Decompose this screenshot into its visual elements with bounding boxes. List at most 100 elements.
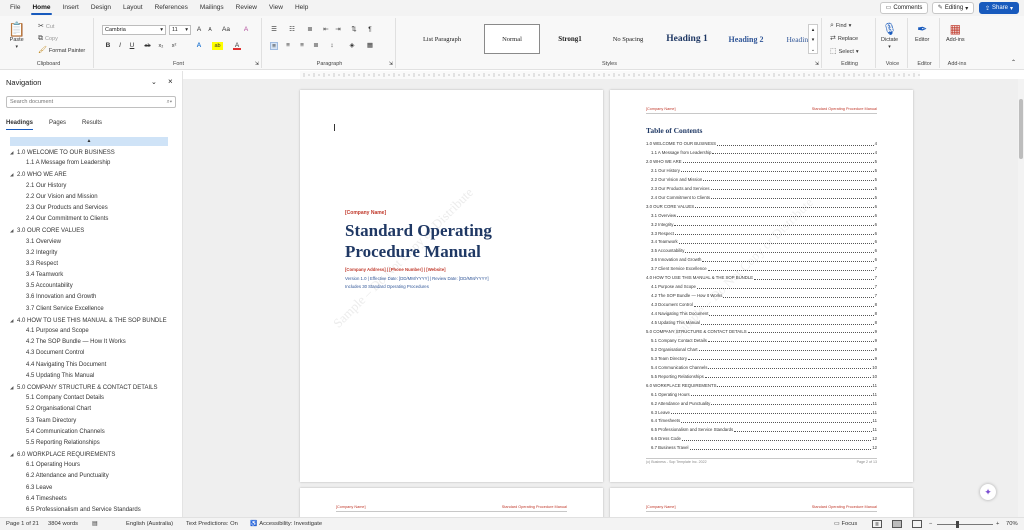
align-left-icon[interactable]: ≡ [270, 42, 278, 50]
toc-entry[interactable]: 4.3 Document Control 8 [651, 302, 877, 308]
toc-entry[interactable]: 6.4 Timesheets 11 [651, 418, 877, 424]
nav-heading-item[interactable]: 3.7 Client Service Excellence [0, 304, 180, 315]
menu-tab-design[interactable]: Design [85, 0, 117, 16]
copy-button[interactable]: ⧉ Copy [38, 35, 58, 43]
toc-entry[interactable]: 4.5 Updating This Manual 8 [651, 320, 877, 326]
style-heading-2[interactable]: Heading 2 [718, 24, 774, 54]
borders-icon[interactable]: ▦ [366, 42, 374, 50]
toc-entry[interactable]: 5.2 Organisational Chart 9 [651, 347, 877, 353]
expand-triangle-icon[interactable]: ◢ [10, 225, 17, 236]
style-heading-1[interactable]: Heading 1 [656, 24, 718, 54]
toc-entry[interactable]: 3.3 Respect 6 [651, 231, 877, 237]
nav-heading-item[interactable]: 3.3 Respect [0, 259, 180, 270]
toc-entry[interactable]: 4.4 Navigating This Document 8 [651, 311, 877, 317]
toc-entry[interactable]: 3.6 Innovation and Growth 6 [651, 257, 877, 263]
menu-tab-help[interactable]: Help [289, 0, 314, 16]
accessibility-status[interactable]: ♿ Accessibility: Investigate [250, 518, 322, 531]
menu-tab-insert[interactable]: Insert [57, 0, 85, 16]
decrease-indent-icon[interactable]: ⇤ [322, 26, 330, 34]
editing-mode-button[interactable]: ✎ Editing ▾ [932, 2, 974, 14]
style-heading-3[interactable]: Heading 3 [774, 24, 830, 54]
grow-font-button[interactable]: A [195, 26, 203, 34]
toc-entry[interactable]: 1.0 WELCOME TO OUR BUSINESS 4 [646, 141, 877, 147]
print-layout-icon[interactable] [892, 520, 902, 528]
toc-entry[interactable]: 1.1 A Message from Leadership 4 [651, 150, 877, 156]
highlight-button[interactable]: ab [212, 42, 223, 50]
addins-button[interactable]: ▦ Add-ins [946, 22, 965, 43]
dialog-launcher-icon[interactable]: ⇲ [389, 61, 393, 67]
nav-heading-item[interactable]: 4.2 The SOP Bundle — How It Works [0, 337, 180, 348]
toc-entry[interactable]: 4.2 The SOP Bundle — How It Works 7 [651, 293, 877, 299]
nav-heading-item[interactable]: 4.1 Purpose and Scope [0, 326, 180, 337]
page-toc[interactable]: [Company Name] Standard Operating Proced… [610, 90, 913, 482]
menu-tab-mailings[interactable]: Mailings [194, 0, 230, 16]
select-button[interactable]: ⬚ Select ▾ [830, 48, 859, 56]
strikethrough-button[interactable]: ab [142, 42, 153, 50]
style-no-spacing[interactable]: No Spacing [600, 24, 656, 54]
collapse-ribbon-icon[interactable]: ⌃ [1011, 59, 1016, 66]
nav-heading-item[interactable]: 6.4 Timesheets [0, 494, 180, 505]
zoom-in-button[interactable]: + [996, 518, 999, 531]
editor-button[interactable]: ✒ Editor [915, 22, 929, 43]
page-cover[interactable]: Sample – Do Not Copy or Distribute [Comp… [300, 90, 603, 482]
word-count[interactable]: 3804 words [48, 518, 78, 531]
show-marks-button[interactable]: ¶ [366, 26, 374, 34]
toc-entry[interactable]: 6.1 Operating Hours 11 [651, 392, 877, 398]
toc-entry[interactable]: 6.7 Business Travel 12 [651, 445, 877, 451]
zoom-slider-thumb[interactable] [956, 521, 959, 528]
proofing-icon[interactable]: ▤ [92, 518, 97, 531]
line-spacing-icon[interactable]: ↕ [328, 42, 336, 50]
nav-heading-item[interactable]: 3.4 Teamwork [0, 270, 180, 281]
nav-heading-item[interactable]: 6.5 Professionalism and Service Standard… [0, 505, 180, 516]
scrollbar-thumb[interactable] [1019, 99, 1023, 159]
paste-button[interactable]: 📋 Paste ▾ [8, 22, 25, 50]
menu-tab-review[interactable]: Review [230, 0, 263, 16]
expand-triangle-icon[interactable]: ◢ [10, 382, 17, 393]
search-icon[interactable]: ⌕▾ [167, 97, 172, 107]
nav-heading-item[interactable]: 2.1 Our History [0, 181, 180, 192]
nav-heading-item[interactable]: ◢ 4.0 HOW TO USE THIS MANUAL & THE SOP BU… [0, 315, 180, 326]
menu-tab-file[interactable]: File [4, 0, 26, 16]
dictate-button[interactable]: 🎙 Dictate ▾ [881, 22, 898, 50]
menu-tab-view[interactable]: View [263, 0, 289, 16]
nav-heading-item[interactable]: 3.1 Overview [0, 237, 180, 248]
replace-button[interactable]: ⇄ Replace [830, 35, 858, 43]
toc-entry[interactable]: 3.2 Integrity 6 [651, 222, 877, 228]
shrink-font-button[interactable]: A [206, 26, 214, 34]
dialog-launcher-icon[interactable]: ⇲ [815, 61, 819, 67]
document-canvas[interactable]: Sample – Do Not Copy or Distribute [Comp… [183, 79, 1018, 517]
collapse-all-button[interactable]: ▲ [10, 137, 168, 146]
shading-icon[interactable]: ◈ [348, 42, 356, 50]
toc-entry[interactable]: 5.4 Communication Channels 10 [651, 365, 877, 371]
web-layout-icon[interactable] [912, 520, 922, 528]
nav-heading-item[interactable]: ◢ 2.0 WHO WE ARE [0, 169, 180, 180]
styles-more-button[interactable]: ▴ ▾ ⌄ [808, 24, 818, 54]
expand-triangle-icon[interactable]: ◢ [10, 449, 17, 460]
nav-heading-item[interactable]: 6.1 Operating Hours [0, 460, 180, 471]
nav-heading-item[interactable]: 5.4 Communication Channels [0, 427, 180, 438]
toc-entry[interactable]: 6.6 Dress Code 12 [651, 436, 877, 442]
style-list-paragraph[interactable]: List Paragraph [400, 24, 484, 54]
nav-heading-item[interactable]: 5.3 Team Directory [0, 416, 180, 427]
align-center-icon[interactable]: ≡ [284, 42, 292, 50]
nav-tab-headings[interactable]: Headings [6, 120, 34, 130]
font-name-combo[interactable]: Cambria ▾ [102, 25, 166, 35]
bullets-icon[interactable]: ☰ [270, 26, 278, 34]
nav-tab-results[interactable]: Results [82, 120, 102, 126]
page-4[interactable]: [Company Name] Standard Operating Proced… [610, 488, 913, 517]
subscript-button[interactable]: x₂ [156, 42, 166, 50]
justify-icon[interactable]: ≣ [312, 42, 320, 50]
nav-tab-pages[interactable]: Pages [49, 120, 66, 126]
nav-heading-item[interactable]: ◢ 5.0 COMPANY STRUCTURE & CONTACT DETAILS [0, 382, 180, 393]
change-case-button[interactable]: Aa [220, 26, 232, 34]
toc-entry[interactable]: 2.3 Our Products and Services 5 [651, 186, 877, 192]
toc-entry[interactable]: 6.3 Leave 11 [651, 410, 877, 416]
expand-triangle-icon[interactable]: ◢ [10, 147, 17, 158]
nav-heading-item[interactable]: 4.5 Updating This Manual [0, 371, 180, 382]
zoom-level[interactable]: 70% [1006, 518, 1018, 531]
read-mode-icon[interactable]: ▥ [872, 520, 882, 528]
expand-triangle-icon[interactable]: ◢ [10, 169, 17, 180]
comments-button[interactable]: ▭ Comments [880, 2, 928, 14]
font-color-button[interactable]: A [233, 42, 241, 50]
toc-entry[interactable]: 5.1 Company Contact Details 9 [651, 338, 877, 344]
